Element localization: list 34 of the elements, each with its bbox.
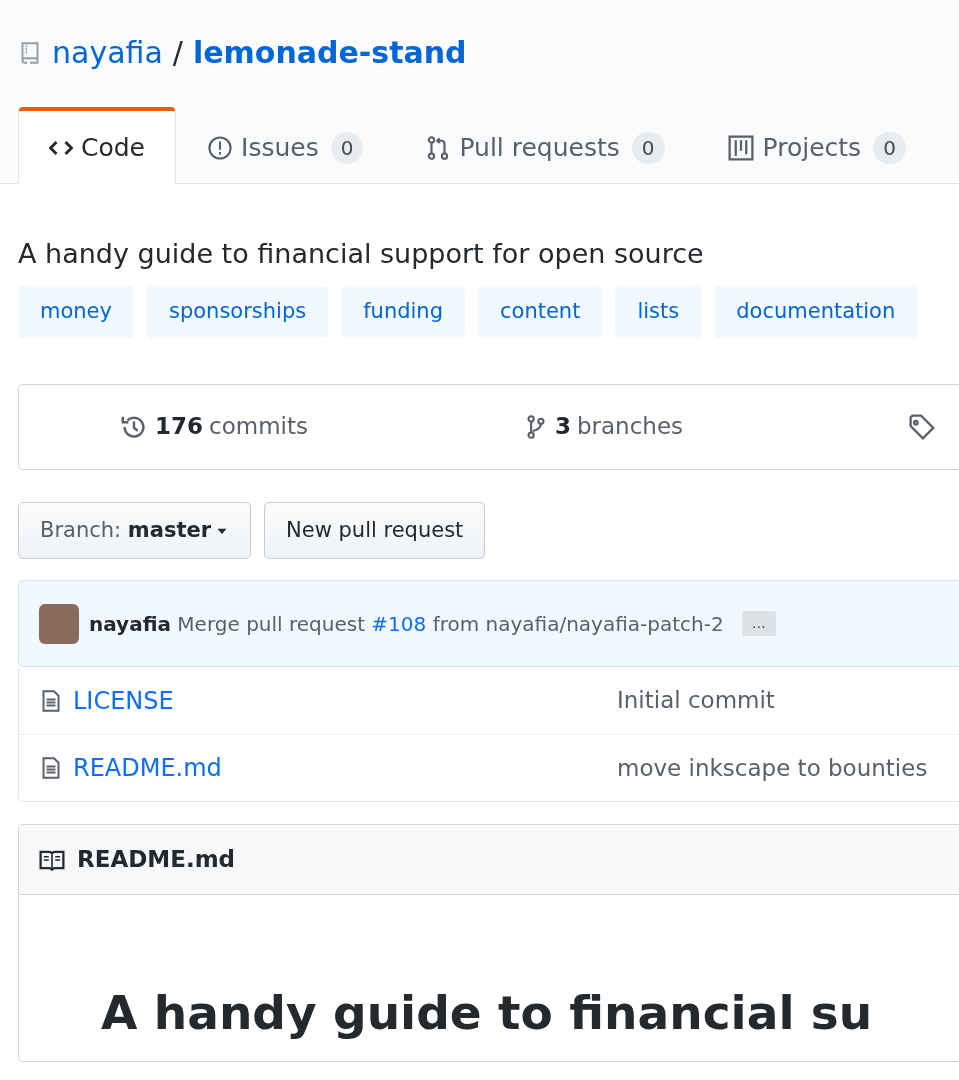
topic-tag[interactable]: documentation [714, 286, 918, 338]
tab[interactable]: Projects 0 [695, 107, 937, 184]
counter-badge: 0 [873, 131, 906, 164]
new-pull-request-button[interactable]: New pull request [264, 501, 486, 559]
readme-title: README.md [77, 845, 236, 875]
commit-message: nayafia Merge pull request #108 from nayafia/nayafia-patch-2 [89, 610, 724, 638]
ellipsis-button[interactable]: … [741, 611, 776, 636]
board-icon [726, 133, 755, 162]
tag-icon [908, 412, 937, 441]
topic-tag[interactable]: lists [615, 286, 702, 338]
topic-tag[interactable]: content [478, 286, 603, 338]
branches-link[interactable]: 3 branches [522, 409, 684, 444]
topic-tag[interactable]: money [18, 286, 134, 338]
file-link[interactable]: LICENSE [73, 682, 174, 719]
tab[interactable]: Issues 0 [176, 107, 395, 184]
topic-tag[interactable]: sponsorships [146, 286, 329, 338]
counter-badge: 0 [330, 131, 364, 164]
commit-message: move inkscape to bounties [617, 753, 928, 783]
repository-link[interactable]: lemonade-stand [192, 30, 467, 75]
path-separator: / [172, 34, 183, 72]
pull-request-link[interactable]: #108 [371, 611, 427, 636]
branch-dropdown-button[interactable]: Branch: master [18, 501, 252, 559]
file-link[interactable]: README.md [73, 750, 222, 786]
avatar [39, 603, 79, 644]
owner-link[interactable]: nayafia [52, 30, 163, 75]
topic-tag[interactable]: funding [341, 286, 465, 338]
exclamation-circle-icon [207, 134, 233, 161]
tab[interactable]: Pull requests 0 [394, 107, 696, 184]
repository-description: A handy guide to financial support for open source [18, 236, 705, 271]
commits-link[interactable]: 176 commits [119, 409, 308, 444]
counter-badge: 0 [631, 131, 665, 164]
tab[interactable]: Code [18, 107, 176, 184]
readme-heading: A handy guide to financial su [101, 985, 874, 1042]
commit-message: Initial commit [617, 686, 775, 716]
